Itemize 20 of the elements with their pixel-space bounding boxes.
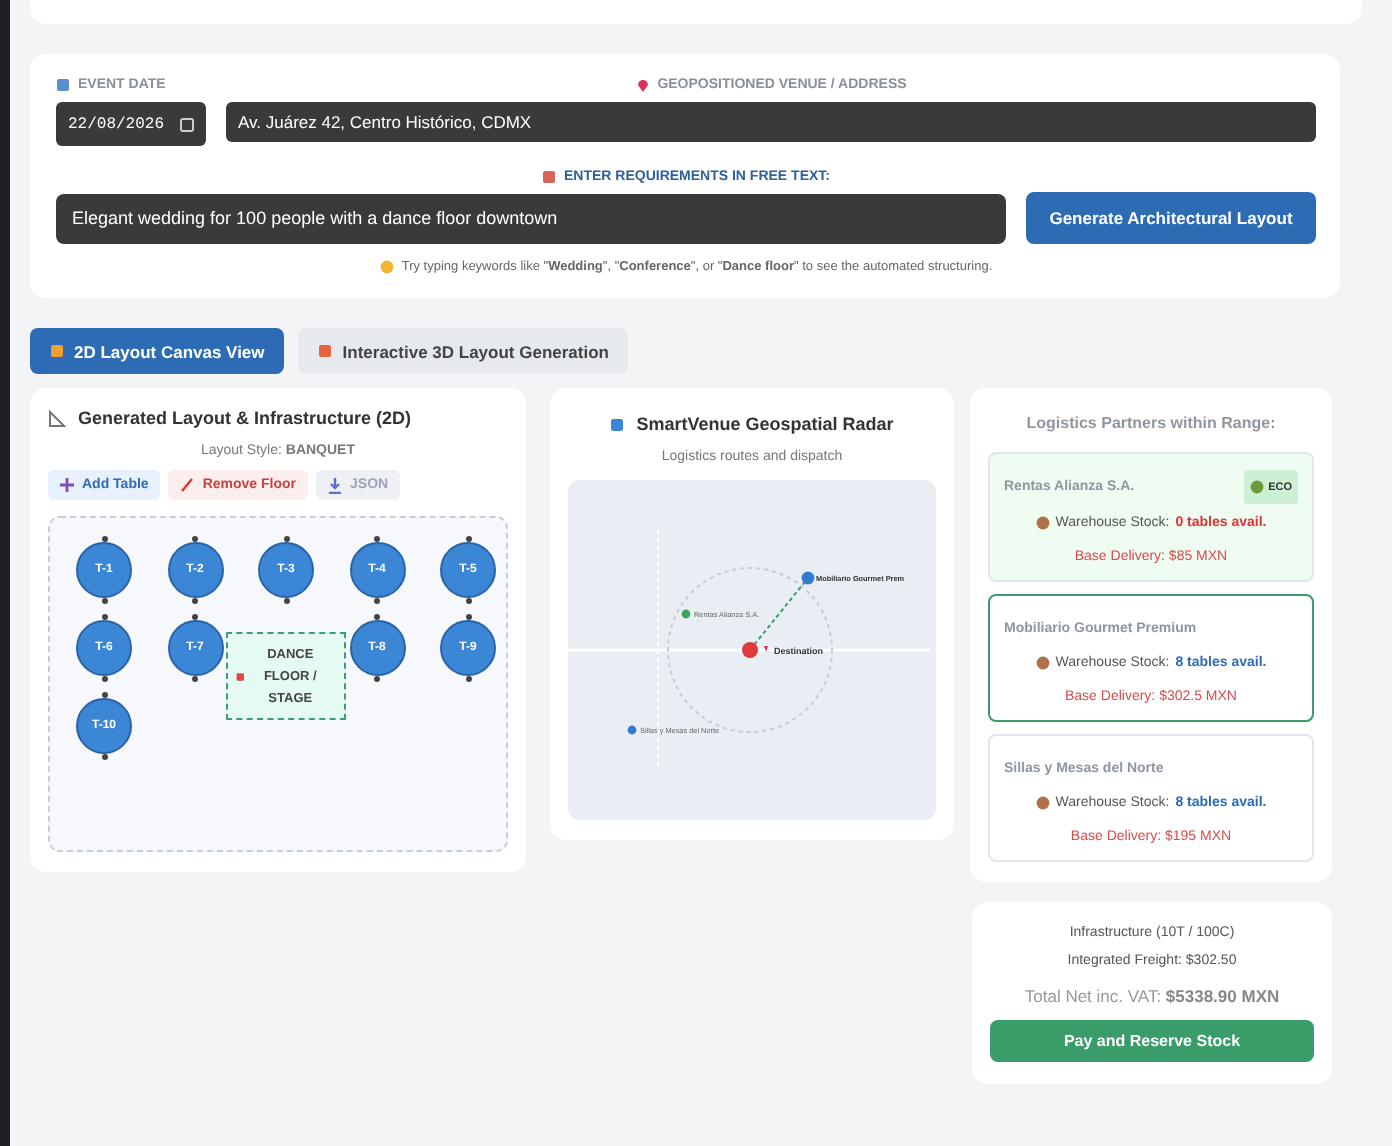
requirements-field[interactable]: Elegant wedding for 100 people with a dance floor downtown (56, 193, 1006, 243)
partners-title: Logistics Partners within Range: (1026, 414, 1276, 432)
address-field[interactable]: Av. Juárez 42, Centro Histórico, CDMX (226, 102, 1316, 142)
view-tab[interactable]: Interactive 3D Layout Generation (298, 328, 629, 374)
total-text: Total Net inc. VAT: $5338.90 MXN (1024, 986, 1280, 1006)
destination-marker (742, 642, 758, 658)
pay-button[interactable]: Pay and Reserve Stock (990, 1020, 1314, 1062)
generate-button[interactable]: Generate Architectural Layout (1026, 192, 1316, 244)
pencil-icon (180, 478, 195, 492)
partner-marker[interactable] (681, 609, 691, 619)
plus-icon (60, 478, 74, 492)
date-field[interactable]: 22/08/2026 (56, 102, 206, 146)
pin-icon (635, 78, 650, 92)
download-icon (328, 477, 343, 493)
radar-title: SmartVenue Geospatial Radar (610, 414, 894, 434)
view-tab[interactable]: 2D Layout Canvas View (30, 328, 285, 374)
partner-marker[interactable] (801, 571, 815, 585)
layout-title: Generated Layout & Infrastructure (2D) (48, 408, 508, 428)
ruler-icon (48, 409, 66, 427)
partner-marker[interactable] (627, 725, 637, 735)
